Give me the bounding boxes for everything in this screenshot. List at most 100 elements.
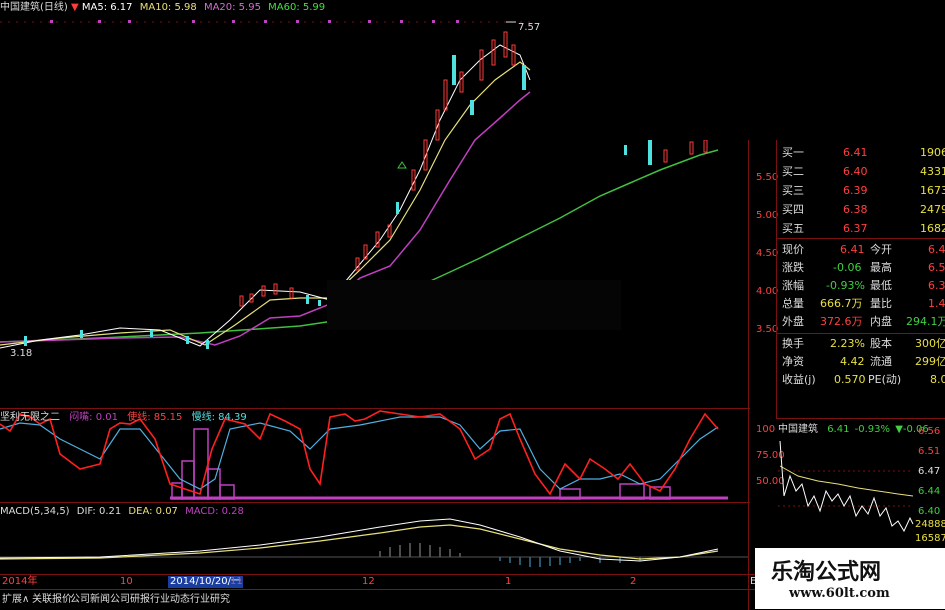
mini-axis-tick: 6.51 <box>918 446 941 457</box>
mini-axis-tick: 6.44 <box>918 486 941 497</box>
tab-related-quotes[interactable]: 关联报价 <box>32 590 72 609</box>
quote-row: 涨幅 -0.93% 最低 6.3 <box>780 278 945 294</box>
bid-price: 6.41 <box>843 146 868 159</box>
stats-row: 收益(j) 0.570 PE(动) 8.0 <box>780 372 945 388</box>
quote-label: 涨跌 <box>782 261 804 274</box>
bid-row[interactable]: 买一 6.41 19060 <box>780 145 945 161</box>
mini-chart-price: 6.41 <box>827 424 850 435</box>
bid-label: 买五 <box>782 222 804 235</box>
watermark-title: 乐淘公式网 <box>771 560 882 585</box>
bid-volume: 24790 <box>920 203 945 216</box>
mini-chart-change-pct: -0.93% <box>854 424 891 435</box>
bid-row[interactable]: 买三 6.39 16730 <box>780 183 945 199</box>
mini-chart-title: 中国建筑 <box>778 424 818 435</box>
indicator-item: 使线: 85.15 <box>127 412 183 423</box>
bid-volume: 43310 <box>920 165 945 178</box>
stats-label: 净资 <box>782 355 804 368</box>
quote-value: 6.5 <box>928 261 945 274</box>
quote-label: 最低 <box>870 279 892 292</box>
mini-volume-tick: 165877 <box>915 533 945 544</box>
quote-value: -0.06 <box>833 261 862 274</box>
main-chart-legend: 中国建筑(日线) ▼ MA5: 6.17 MA10: 5.98 MA20: 5.… <box>0 2 325 14</box>
macd-dea: DEA: 0.07 <box>128 506 178 517</box>
date-axis-label: 1 <box>505 576 512 587</box>
stats-label: 换手 <box>782 337 804 350</box>
quote-value: 372.6万 <box>820 315 863 328</box>
tab-expand[interactable]: 扩展∧ <box>2 590 29 609</box>
chart-title: 中国建筑(日线) <box>0 2 68 13</box>
ma20-label: MA20: 5.95 <box>203 2 261 13</box>
date-axis-label: 10 <box>120 576 133 587</box>
bid-volume: 16820 <box>920 222 945 235</box>
quote-value: 666.7万 <box>820 297 863 310</box>
price-axis-tick: 4.50 <box>756 248 779 259</box>
mini-axis-tick: 6.47 <box>918 466 941 477</box>
quote-row: 外盘 372.6万 内盘 294.1万 <box>780 314 945 330</box>
tab-company-news[interactable]: 公司新闻 <box>70 590 110 609</box>
indicator-item: 闷嘴: 0.01 <box>69 412 119 423</box>
quote-row: 总量 666.7万 量比 1.4 <box>780 296 945 312</box>
bid-volume: 19060 <box>920 146 945 159</box>
quote-value: 6.41 <box>840 243 865 256</box>
mini-volume-tick: 248881 <box>915 519 945 530</box>
ma60-label: MA60: 5.99 <box>268 2 326 13</box>
stats-row: 净资 4.42 流通 299亿 <box>780 354 945 370</box>
tab-industry-research[interactable]: 行业研究 <box>190 590 230 609</box>
macd-value: MACD: 0.28 <box>185 506 244 517</box>
quote-row: 现价 6.41 今开 6.4 <box>780 242 945 258</box>
bid-price: 6.40 <box>843 165 868 178</box>
quote-label: 今开 <box>870 243 892 256</box>
bid-label: 买三 <box>782 184 804 197</box>
date-axis-label: 11 <box>230 576 243 587</box>
bid-row[interactable]: 买五 6.37 16820 <box>780 221 945 237</box>
main-chart-panel[interactable]: 中国建筑(日线) ▼ MA5: 6.17 MA10: 5.98 MA20: 5.… <box>0 0 750 408</box>
stats-label: 流通 <box>870 355 892 368</box>
dif-line <box>0 518 719 562</box>
price-axis-tick: 5.00 <box>756 210 779 221</box>
quote-label: 外盘 <box>782 315 804 328</box>
quote-value: 6.4 <box>928 243 945 256</box>
stats-label: PE(动) <box>868 373 902 386</box>
ma10-label: MA10: 5.98 <box>139 2 197 13</box>
watermark-url: www.60lt.com <box>789 586 890 601</box>
stats-value: 0.570 <box>834 373 866 386</box>
quote-label: 最高 <box>870 261 892 274</box>
bid-volume: 16730 <box>920 184 945 197</box>
quote-row: 涨跌 -0.06 最高 6.5 <box>780 260 945 276</box>
stats-value: 299亿 <box>915 355 945 368</box>
quote-label: 量比 <box>870 297 892 310</box>
bid-row[interactable]: 买二 6.40 43310 <box>780 164 945 180</box>
quote-value: 1.4 <box>928 297 945 310</box>
stats-row: 换手 2.23% 股本 300亿 <box>780 336 945 352</box>
bid-row[interactable]: 买四 6.38 24790 <box>780 202 945 218</box>
ma5-label: MA5: 6.17 <box>81 2 133 13</box>
slow-line <box>0 416 719 490</box>
quote-label: 现价 <box>782 243 804 256</box>
bid-price: 6.38 <box>843 203 868 216</box>
macd-title: MACD(5,34,5) <box>0 506 70 517</box>
quote-value: 294.1万 <box>906 315 945 328</box>
price-axis-tick: 5.50 <box>756 172 779 183</box>
high-price-label: 7.57 <box>518 22 541 33</box>
bid-label: 买四 <box>782 203 804 216</box>
mini-axis-tick: 6.40 <box>918 506 941 517</box>
down-arrow-icon: ▼ <box>71 2 79 13</box>
stats-value: 8.0 <box>930 373 945 386</box>
date-axis-label: 2014年 <box>2 576 38 587</box>
indicator-legend: 坚利无限之二 闷嘴: 0.01 使线: 85.15 慢线: 84.39 <box>0 412 247 424</box>
macd-panel[interactable]: MACD(5,34,5) DIF: 0.21 DEA: 0.07 MACD: 0… <box>0 503 748 573</box>
mini-chart[interactable]: 中国建筑 6.41 -0.93% ▼-0.06 6.56 6.51 6.47 6… <box>778 420 945 545</box>
tab-company-research[interactable]: 公司研报 <box>110 590 150 609</box>
tab-industry-news[interactable]: 行业动态 <box>150 590 190 609</box>
stats-value: 2.23% <box>830 337 865 350</box>
indicator-axis-tick: 100 <box>756 424 776 435</box>
mini-chart-header: 中国建筑 6.41 -0.93% ▼-0.06 <box>778 424 929 436</box>
date-axis-label: 12 <box>362 576 375 587</box>
indicator-panel[interactable]: 坚利无限之二 闷嘴: 0.01 使线: 85.15 慢线: 84.39 <box>0 409 748 502</box>
indicator-title: 坚利无限之二 <box>0 412 60 423</box>
bid-label: 买一 <box>782 146 804 159</box>
quote-label: 内盘 <box>870 315 892 328</box>
bid-label: 买二 <box>782 165 804 178</box>
stats-label: 收益(j) <box>782 373 816 386</box>
low-price-label: 3.18 <box>10 348 33 359</box>
